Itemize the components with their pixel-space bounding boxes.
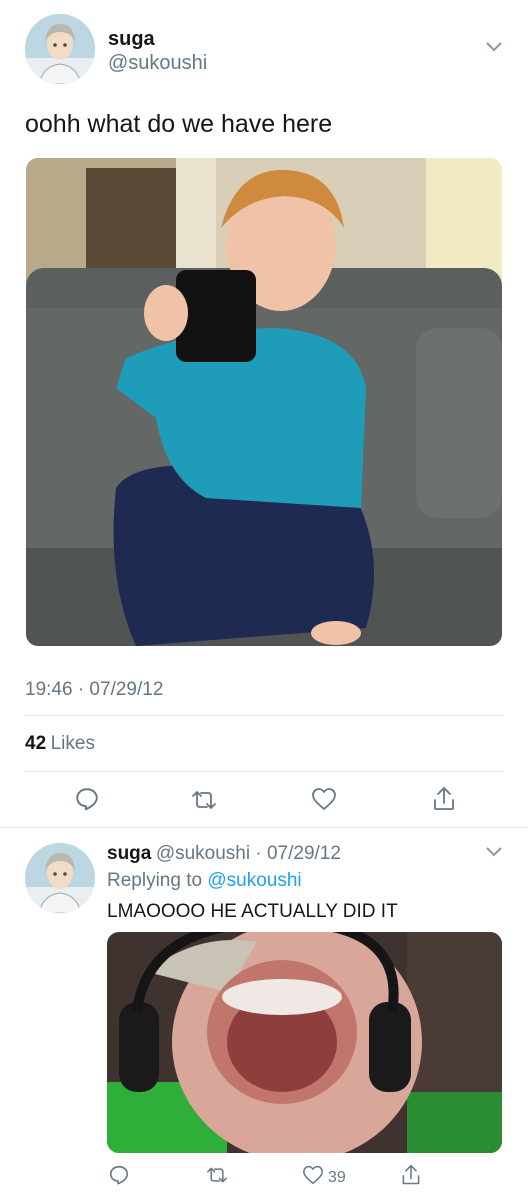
divider xyxy=(25,771,503,772)
like-icon xyxy=(302,1165,324,1190)
separator-dot: · xyxy=(250,843,267,864)
likes-summary[interactable]: 42 Likes xyxy=(25,733,95,755)
display-name[interactable]: suga xyxy=(108,28,155,51)
tweet-separator xyxy=(0,827,528,828)
share-icon[interactable] xyxy=(400,1163,422,1187)
like-button[interactable]: 39 xyxy=(302,1165,346,1190)
avatar[interactable] xyxy=(25,843,95,913)
reply-text: LMAOOOO HE ACTUALLY DID IT xyxy=(107,901,398,922)
tweet-photo[interactable] xyxy=(26,158,502,646)
chevron-down-icon[interactable] xyxy=(484,40,504,59)
likes-count: 42 xyxy=(25,733,47,754)
reply-photo[interactable] xyxy=(107,932,502,1153)
kid-with-mug-photo xyxy=(26,158,502,646)
like-count: 39 xyxy=(328,1168,346,1186)
divider xyxy=(25,715,503,716)
like-icon[interactable] xyxy=(311,787,337,811)
share-icon[interactable] xyxy=(431,785,457,813)
replying-prefix: Replying to xyxy=(107,870,203,891)
reply-icon[interactable] xyxy=(108,1164,130,1186)
reply-date[interactable]: 07/29/12 xyxy=(267,843,341,864)
avatar-image xyxy=(25,843,95,913)
reply-header: suga @sukoushi · 07/29/12 xyxy=(107,843,341,865)
likes-label: Likes xyxy=(50,733,95,754)
chevron-down-icon[interactable] xyxy=(484,845,504,864)
avatar-image xyxy=(25,14,95,84)
retweet-icon[interactable] xyxy=(190,788,218,812)
reply-icon[interactable] xyxy=(74,786,100,812)
retweet-icon[interactable] xyxy=(205,1165,229,1185)
tweet-timestamp[interactable]: 19:46 · 07/29/12 xyxy=(25,679,163,701)
tweet-text: oohh what do we have here xyxy=(25,110,333,138)
replying-to-link[interactable]: @sukoushi xyxy=(207,870,301,891)
replying-to: Replying to @sukoushi xyxy=(107,870,302,892)
avatar[interactable] xyxy=(25,14,95,84)
display-name[interactable]: suga xyxy=(107,843,151,864)
screaming-face-photo xyxy=(107,932,502,1153)
user-handle[interactable]: @sukoushi xyxy=(108,52,207,75)
user-handle[interactable]: @sukoushi xyxy=(156,843,250,864)
